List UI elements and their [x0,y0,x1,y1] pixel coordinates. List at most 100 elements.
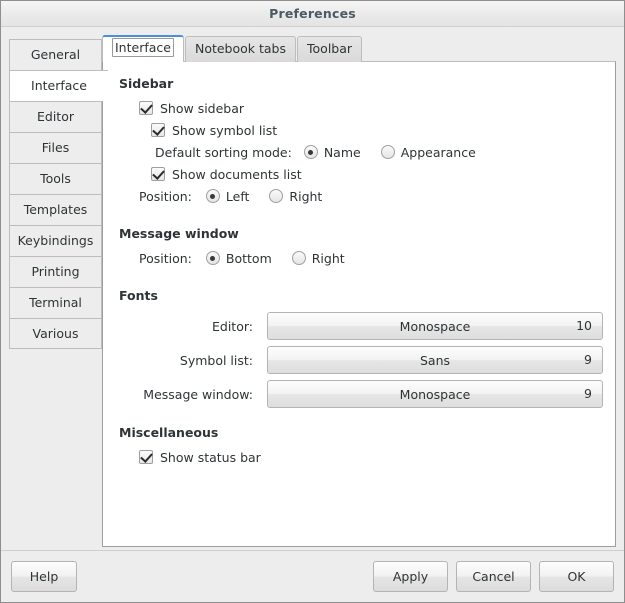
tab-label: Notebook tabs [195,41,286,56]
radio-option-name[interactable]: Name [304,145,361,160]
radio-right[interactable] [269,189,283,203]
radio-bottom[interactable] [206,251,220,265]
radio-right[interactable] [292,251,306,265]
checkbox-row-show-symbol-list[interactable]: Show symbol list [119,119,603,141]
font-label-editor: Editor: [119,319,267,334]
primary-actions-group: Apply Cancel OK [373,561,614,592]
notebook: Interface Notebook tabs Toolbar Sidebar … [102,35,616,547]
preferences-dialog: Preferences General Interface Editor Fil… [0,0,625,603]
checkbox-row-show-status-bar[interactable]: Show status bar [119,446,603,468]
font-button-size: 10 [576,313,592,339]
sidebar-item-terminal[interactable]: Terminal [9,287,102,318]
font-button-name: Monospace [400,387,471,402]
sidebar-item-editor[interactable]: Editor [9,101,102,132]
radio-label: Right [289,189,322,204]
radio-group-sorting-mode: Name Appearance [304,145,476,160]
sidebar-item-label: Templates [24,202,88,217]
row-sidebar-position: Position: Left Right [119,185,603,207]
checkbox-show-documents-list[interactable] [151,167,165,181]
checkbox-label: Show symbol list [172,123,277,138]
radio-appearance[interactable] [381,145,395,159]
tab-label: Interface [112,38,174,57]
checkbox-show-sidebar[interactable] [139,101,153,115]
sidebar-item-interface[interactable]: Interface [9,70,108,101]
ok-button[interactable]: OK [539,561,614,592]
font-button-name: Monospace [400,319,471,334]
dialog-action-bar: Help Apply Cancel OK [1,550,624,602]
radio-label: Left [226,189,250,204]
sidebar-item-label: Terminal [29,295,82,310]
radio-option-right[interactable]: Right [292,251,345,266]
radio-option-bottom[interactable]: Bottom [206,251,272,266]
cancel-button[interactable]: Cancel [456,561,531,592]
sidebar-item-label: General [31,47,80,62]
checkbox-label: Show sidebar [160,101,244,116]
font-button-editor[interactable]: Monospace 10 [267,312,603,340]
font-button-size: 9 [584,347,592,373]
radio-label: Name [324,145,361,160]
radio-group-message-window-position: Bottom Right [206,251,345,266]
section-title-fonts: Fonts [119,288,603,303]
category-sidebar: General Interface Editor Files Tools Tem… [9,35,102,550]
font-button-size: 9 [584,381,592,407]
radio-name[interactable] [304,145,318,159]
window-title: Preferences [269,6,356,21]
sidebar-item-label: Editor [37,109,74,124]
tab-bar: Interface Notebook tabs Toolbar [102,35,616,62]
sidebar-item-various[interactable]: Various [9,318,102,349]
checkbox-label: Show status bar [160,450,261,465]
interface-tab-page: Sidebar Show sidebar Show symbol list De… [102,61,616,547]
sidebar-item-keybindings[interactable]: Keybindings [9,225,102,256]
apply-button[interactable]: Apply [373,561,448,592]
sidebar-item-printing[interactable]: Printing [9,256,102,287]
sidebar-item-label: Various [33,326,79,341]
sorting-mode-label: Default sorting mode: [155,145,292,160]
radio-option-left[interactable]: Left [206,189,250,204]
sidebar-item-label: Interface [31,78,87,93]
help-button[interactable]: Help [11,561,77,592]
cancel-button-label: Cancel [472,569,514,584]
font-label-symbol-list: Symbol list: [119,353,267,368]
section-title-miscellaneous: Miscellaneous [119,425,603,440]
radio-option-appearance[interactable]: Appearance [381,145,476,160]
radio-label: Right [312,251,345,266]
font-button-message-window[interactable]: Monospace 9 [267,380,603,408]
sidebar-item-label: Printing [31,264,79,279]
tab-toolbar[interactable]: Toolbar [297,36,362,62]
radio-left[interactable] [206,189,220,203]
section-title-message-window: Message window [119,226,603,241]
sidebar-item-tools[interactable]: Tools [9,163,102,194]
sidebar-item-label: Keybindings [18,233,94,248]
radio-label: Appearance [401,145,476,160]
help-button-label: Help [30,569,59,584]
apply-button-label: Apply [393,569,428,584]
section-title-sidebar: Sidebar [119,76,603,91]
message-window-position-label: Position: [139,251,192,266]
radio-group-sidebar-position: Left Right [206,189,322,204]
sidebar-item-label: Tools [40,171,71,186]
title-bar: Preferences [1,1,624,27]
radio-label: Bottom [226,251,272,266]
row-default-sorting-mode: Default sorting mode: Name Appearance [119,141,603,163]
font-row-message-window: Message window: Monospace 9 [119,377,603,411]
font-row-symbol-list: Symbol list: Sans 9 [119,343,603,377]
tab-interface[interactable]: Interface [102,35,184,62]
checkbox-row-show-sidebar[interactable]: Show sidebar [119,97,603,119]
checkbox-row-show-documents-list[interactable]: Show documents list [119,163,603,185]
sidebar-item-general[interactable]: General [9,39,102,70]
tab-notebook-tabs[interactable]: Notebook tabs [185,36,296,62]
checkbox-show-symbol-list[interactable] [151,123,165,137]
radio-option-right[interactable]: Right [269,189,322,204]
tab-label: Toolbar [307,41,352,56]
row-message-window-position: Position: Bottom Right [119,247,603,269]
checkbox-show-status-bar[interactable] [139,450,153,464]
dialog-body: General Interface Editor Files Tools Tem… [1,27,624,550]
font-row-editor: Editor: Monospace 10 [119,309,603,343]
checkbox-label: Show documents list [172,167,302,182]
ok-button-label: OK [567,569,585,584]
font-label-message-window: Message window: [119,387,267,402]
sidebar-item-templates[interactable]: Templates [9,194,102,225]
sidebar-item-files[interactable]: Files [9,132,102,163]
font-button-name: Sans [420,353,450,368]
font-button-symbol-list[interactable]: Sans 9 [267,346,603,374]
